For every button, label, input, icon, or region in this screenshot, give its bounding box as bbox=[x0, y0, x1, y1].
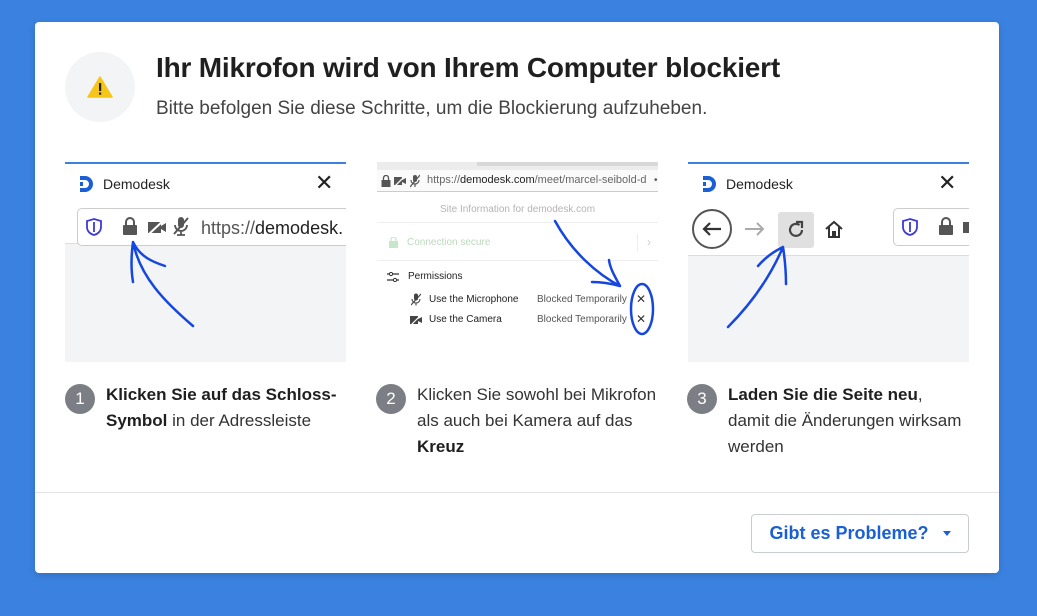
step-1: 1 Klicken Sie auf das Schloss-Symbol in … bbox=[65, 384, 346, 434]
caret-down-icon bbox=[942, 531, 951, 536]
step-text: Klicken Sie auf das Schloss-Symbol in de… bbox=[106, 385, 337, 430]
help-button-label: Gibt es Probleme? bbox=[769, 523, 929, 543]
step-3: 3 Laden Sie die Seite neu, damit die Änd… bbox=[687, 384, 968, 460]
annotation-arrow bbox=[726, 245, 788, 329]
step-text: Klicken Sie sowohl bei Mikrofon als auch… bbox=[417, 385, 657, 456]
annotation-arrow bbox=[553, 219, 655, 336]
annotation-arrow bbox=[130, 240, 195, 328]
step1-illustration: Demodesk ✕ https://demodesk. bbox=[65, 162, 346, 362]
step3-illustration: Demodesk ✕ bbox=[688, 162, 969, 362]
dialog-subtitle: Bitte befolgen Sie diese Schritte, um di… bbox=[156, 98, 708, 119]
warning-icon bbox=[87, 76, 113, 98]
footer-divider bbox=[35, 492, 999, 493]
step-number: 2 bbox=[376, 384, 406, 414]
blocked-mic-dialog: Ihr Mikrofon wird von Ihrem Computer blo… bbox=[35, 22, 999, 573]
step-text: Laden Sie die Seite neu, damit die Änder… bbox=[728, 385, 962, 456]
step2-illustration: https://demodesk.com/meet/marcel-seibold… bbox=[377, 162, 658, 362]
dialog-title: Ihr Mikrofon wird von Ihrem Computer blo… bbox=[156, 52, 780, 83]
step-2: 2 Klicken Sie sowohl bei Mikrofon als au… bbox=[376, 384, 657, 460]
step-number: 1 bbox=[65, 384, 95, 414]
step-number: 3 bbox=[687, 384, 717, 414]
help-dropdown-button[interactable]: Gibt es Probleme? bbox=[751, 514, 969, 553]
warning-badge bbox=[65, 52, 135, 122]
